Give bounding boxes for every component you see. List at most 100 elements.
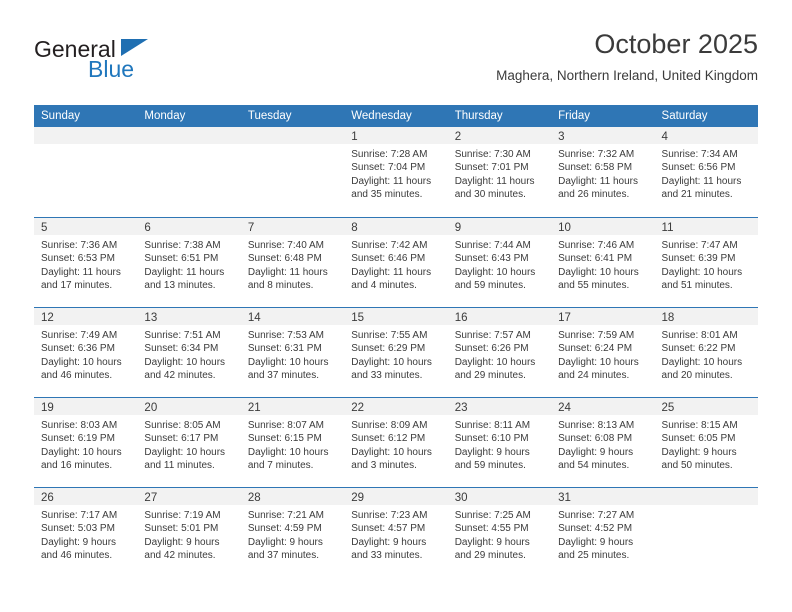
day-sun-info: Sunrise: 7:42 AM Sunset: 6:46 PM Daylight:… [344, 235, 447, 293]
day-sun-info: Sunrise: 7:59 AM Sunset: 6:24 PM Daylight:… [551, 325, 654, 383]
sunrise-text: Sunrise: 7:46 AM [558, 240, 635, 251]
weekday-header-friday: Friday [558, 110, 591, 122]
day-cell[interactable]: 18 Sunrise: 8:01 AM Sunset: 6:22 PM Dayligh… [654, 308, 758, 397]
day-number-band: 3 [551, 127, 655, 144]
day-sun-info: Sunrise: 7:47 AM Sunset: 6:39 PM Daylight:… [655, 235, 758, 293]
day-sun-info: Sunrise: 7:53 AM Sunset: 6:31 PM Daylight:… [241, 325, 344, 383]
weekday-header-sunday: Sunday [41, 110, 81, 122]
day-cell[interactable]: 3 Sunrise: 7:32 AM Sunset: 6:58 PM Daylight… [551, 127, 655, 217]
day-number: 3 [558, 131, 565, 143]
day-sun-info: Sunrise: 7:40 AM Sunset: 6:48 PM Daylight:… [241, 235, 344, 293]
daylight-text: Daylight: 11 hours and 8 minutes. [247, 266, 328, 292]
sunrise-text: Sunrise: 7:53 AM [247, 330, 324, 341]
day-number-band: 31 [551, 488, 655, 505]
day-number-band [34, 127, 138, 144]
daylight-text: Daylight: 10 hours and 7 minutes. [247, 446, 329, 472]
day-number: 5 [41, 222, 48, 234]
day-cell[interactable]: 17 Sunrise: 7:59 AM Sunset: 6:24 PM Dayligh… [551, 308, 655, 397]
day-cell[interactable]: 9 Sunrise: 7:44 AM Sunset: 6:43 PM Daylight… [447, 218, 552, 307]
day-number-band: 8 [344, 218, 448, 235]
day-sun-info: Sunrise: 7:57 AM Sunset: 6:26 PM Daylight:… [448, 325, 551, 383]
day-cell[interactable]: 4 Sunrise: 7:34 AM Sunset: 6:56 PM Daylight… [654, 127, 758, 217]
weekday-header-thursday: Thursday [454, 110, 503, 122]
sunset-text: Sunset: 4:52 PM [558, 523, 633, 535]
day-number-band: 19 [34, 398, 138, 415]
day-number-band: 7 [240, 218, 345, 235]
sunset-text: Sunset: 6:19 PM [41, 433, 115, 445]
sunrise-text: Sunrise: 8:05 AM [144, 420, 221, 431]
day-cell[interactable]: 12 Sunrise: 7:49 AM Sunset: 6:36 PM Dayligh… [34, 308, 138, 397]
sunset-text: Sunset: 4:59 PM [247, 523, 322, 535]
sunrise-text: Sunrise: 7:42 AM [351, 240, 428, 251]
day-cell[interactable]: 16 Sunrise: 7:57 AM Sunset: 6:26 PM Dayligh… [447, 308, 552, 397]
day-cell[interactable]: 15 Sunrise: 7:55 AM Sunset: 6:29 PM Dayligh… [344, 308, 448, 397]
day-cell[interactable]: 23 Sunrise: 8:11 AM Sunset: 6:10 PM Dayligh… [447, 398, 552, 487]
day-sun-info: Sunrise: 7:30 AM Sunset: 7:01 PM Daylight:… [448, 144, 551, 202]
day-number-band: 11 [654, 218, 758, 235]
day-sun-info: Sunrise: 8:11 AM Sunset: 6:10 PM Daylight:… [448, 415, 551, 473]
sunset-text: Sunset: 6:05 PM [661, 433, 736, 445]
day-cell[interactable]: 8 Sunrise: 7:42 AM Sunset: 6:46 PM Daylight… [344, 218, 448, 307]
sunrise-text: Sunrise: 7:38 AM [144, 240, 221, 251]
sunrise-text: Sunrise: 8:03 AM [41, 420, 118, 431]
day-cell[interactable]: 13 Sunrise: 7:51 AM Sunset: 6:34 PM Dayligh… [137, 308, 241, 397]
daylight-text: Daylight: 9 hours and 33 minutes. [351, 536, 427, 562]
day-sun-info: Sunrise: 8:13 AM Sunset: 6:08 PM Daylight:… [551, 415, 654, 473]
day-cell[interactable]: 1 Sunrise: 7:28 AM Sunset: 7:04 PM Daylight… [344, 127, 448, 217]
day-cell[interactable]: 26 Sunrise: 7:17 AM Sunset: 5:03 PM Dayligh… [34, 488, 138, 577]
day-number-band: 4 [654, 127, 758, 144]
day-cell[interactable]: 2 Sunrise: 7:30 AM Sunset: 7:01 PM Daylight… [447, 127, 552, 217]
daylight-text: Daylight: 9 hours and 37 minutes. [247, 536, 323, 562]
day-cell[interactable]: 10 Sunrise: 7:46 AM Sunset: 6:41 PM Dayligh… [551, 218, 655, 307]
day-cell[interactable]: 27 Sunrise: 7:19 AM Sunset: 5:01 PM Dayligh… [137, 488, 241, 577]
general-blue-logo[interactable]: General Blue [34, 36, 254, 88]
day-number: 31 [558, 492, 571, 504]
daylight-text: Daylight: 9 hours and 25 minutes. [558, 536, 634, 562]
day-number-band: 5 [34, 218, 138, 235]
day-cell[interactable]: 6 Sunrise: 7:38 AM Sunset: 6:51 PM Daylight… [137, 218, 241, 307]
day-cell[interactable]: 22 Sunrise: 8:09 AM Sunset: 6:12 PM Dayligh… [344, 398, 448, 487]
day-sun-info: Sunrise: 8:03 AM Sunset: 6:19 PM Daylight:… [34, 415, 137, 473]
day-number-band: 16 [447, 308, 552, 325]
day-cell[interactable]: 7 Sunrise: 7:40 AM Sunset: 6:48 PM Daylight… [240, 218, 345, 307]
day-number: 2 [454, 131, 462, 143]
day-cell[interactable]: 30 Sunrise: 7:25 AM Sunset: 4:55 PM Dayligh… [447, 488, 552, 577]
day-number: 29 [351, 492, 365, 504]
day-number: 9 [454, 222, 462, 234]
page-title: October 2025 [594, 29, 758, 59]
day-number: 1 [351, 131, 358, 143]
daylight-text: Daylight: 10 hours and 46 minutes. [41, 356, 122, 382]
daylight-text: Daylight: 9 hours and 50 minutes. [661, 446, 737, 472]
day-cell[interactable]: 25 Sunrise: 8:15 AM Sunset: 6:05 PM Dayligh… [654, 398, 758, 487]
sunset-text: Sunset: 6:15 PM [247, 433, 322, 445]
day-cell[interactable]: 11 Sunrise: 7:47 AM Sunset: 6:39 PM Dayligh… [654, 218, 758, 307]
day-cell[interactable]: 29 Sunrise: 7:23 AM Sunset: 4:57 PM Dayligh… [344, 488, 448, 577]
sunset-text: Sunset: 6:12 PM [351, 433, 426, 445]
day-cell[interactable]: 20 Sunrise: 8:05 AM Sunset: 6:17 PM Dayligh… [137, 398, 241, 487]
day-sun-info: Sunrise: 7:21 AM Sunset: 4:59 PM Daylight:… [241, 505, 344, 563]
day-number: 18 [661, 312, 675, 324]
day-number-band: 1 [344, 127, 448, 144]
day-cell[interactable]: 21 Sunrise: 8:07 AM Sunset: 6:15 PM Dayligh… [240, 398, 345, 487]
day-cell[interactable]: 24 Sunrise: 8:13 AM Sunset: 6:08 PM Dayligh… [551, 398, 655, 487]
day-number: 19 [41, 402, 54, 414]
day-number: 17 [558, 312, 571, 324]
day-cell[interactable]: 28 Sunrise: 7:21 AM Sunset: 4:59 PM Dayligh… [240, 488, 345, 577]
day-sun-info: Sunrise: 7:46 AM Sunset: 6:41 PM Daylight:… [551, 235, 654, 293]
day-number-band: 6 [137, 218, 241, 235]
daylight-text: Daylight: 9 hours and 59 minutes. [454, 446, 530, 472]
day-cell[interactable]: 31 Sunrise: 7:27 AM Sunset: 4:52 PM Dayligh… [551, 488, 655, 577]
sunrise-text: Sunrise: 7:36 AM [41, 240, 118, 251]
day-cell[interactable]: 19 Sunrise: 8:03 AM Sunset: 6:19 PM Dayligh… [34, 398, 138, 487]
day-cell[interactable]: 5 Sunrise: 7:36 AM Sunset: 6:53 PM Daylight… [34, 218, 138, 307]
day-number-band: 12 [34, 308, 138, 325]
sunset-text: Sunset: 6:48 PM [247, 253, 322, 265]
sunset-text: Sunset: 7:04 PM [351, 162, 426, 174]
daylight-text: Daylight: 10 hours and 37 minutes. [247, 356, 329, 382]
daylight-text: Daylight: 9 hours and 42 minutes. [144, 536, 220, 562]
day-number-band [654, 488, 758, 505]
day-number-band: 28 [240, 488, 345, 505]
day-cell[interactable]: 14 Sunrise: 7:53 AM Sunset: 6:31 PM Dayligh… [240, 308, 345, 397]
daylight-text: Daylight: 10 hours and 16 minutes. [41, 446, 122, 472]
weekday-header-saturday: Saturday [661, 110, 708, 122]
